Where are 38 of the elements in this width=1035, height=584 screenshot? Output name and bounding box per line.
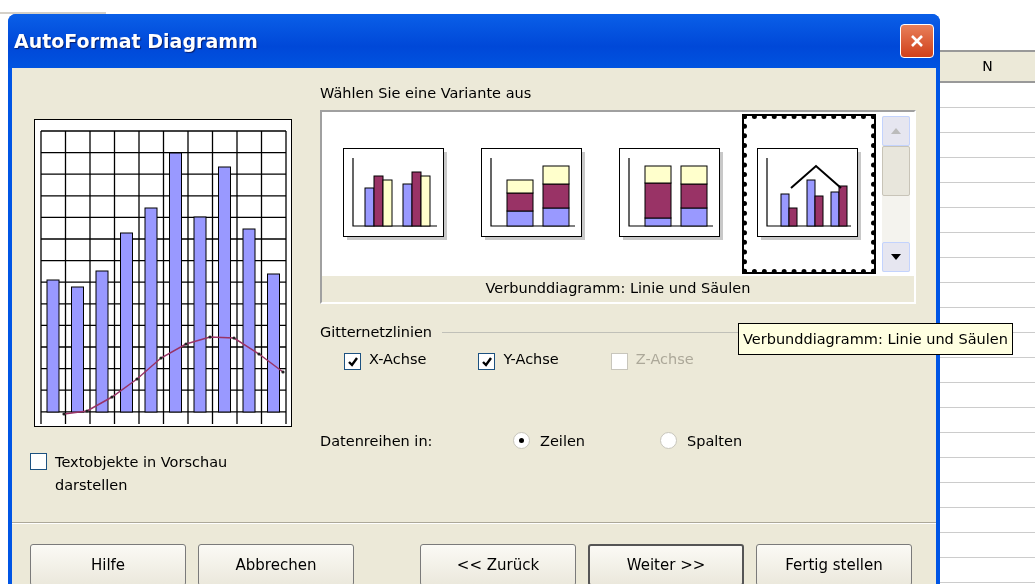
radio-button[interactable] (660, 432, 677, 449)
chart-thumbnail-icon (619, 148, 723, 240)
chart-thumbnail-icon (481, 148, 585, 240)
chart-thumbnail-icon (757, 148, 861, 240)
dialog-button[interactable]: Hilfe (30, 544, 186, 584)
axis-checkbox[interactable]: X-Achse (344, 351, 427, 370)
group-title: Gitternetzlinien (320, 324, 433, 340)
radio-option[interactable]: Zeilen (513, 432, 660, 449)
scroll-up-icon (891, 128, 901, 134)
text-preview-checkbox[interactable]: Textobjekte in Vorschau darstellen (30, 451, 270, 497)
scrollbar[interactable] (882, 116, 910, 272)
variant-option[interactable] (742, 114, 876, 274)
chart-thumbnail-icon (343, 148, 447, 240)
radio-label: Zeilen (540, 432, 586, 449)
variant-list[interactable]: Verbunddiagramm: Linie und Säulen (320, 110, 916, 304)
tooltip: Verbunddiagramm: Linie und Säulen (738, 323, 1013, 355)
dialog-button[interactable]: Abbrechen (198, 544, 354, 584)
radio-label: Spalten (687, 432, 743, 449)
dialog-button[interactable]: Fertig stellen (756, 544, 912, 584)
checkbox[interactable] (344, 353, 361, 370)
checkbox[interactable] (30, 453, 47, 470)
variant-prompt: Wählen Sie eine Variante aus (320, 84, 533, 103)
checkbox[interactable] (478, 353, 496, 370)
checkbox-label: Y-Achse (503, 351, 559, 367)
close-icon (909, 33, 925, 49)
radio-option[interactable]: Spalten (660, 432, 807, 449)
dialog-button[interactable]: Weiter >> (588, 544, 744, 584)
variant-caption: Verbunddiagramm: Linie und Säulen (322, 276, 914, 302)
dialog-button[interactable]: << Zurück (420, 544, 576, 584)
axis-checkbox[interactable]: Y-Achse (478, 351, 559, 370)
close-button[interactable] (900, 24, 934, 58)
checkbox-label: X-Achse (369, 351, 427, 367)
scroll-down-icon (891, 254, 901, 260)
checkbox-label: Z-Achse (635, 351, 694, 367)
window-title: AutoFormat Diagramm (14, 30, 258, 52)
series-label: Datenreihen in: (320, 432, 434, 449)
radio-button[interactable] (513, 432, 530, 449)
checkbox-label: Textobjekte in Vorschau darstellen (55, 453, 229, 495)
